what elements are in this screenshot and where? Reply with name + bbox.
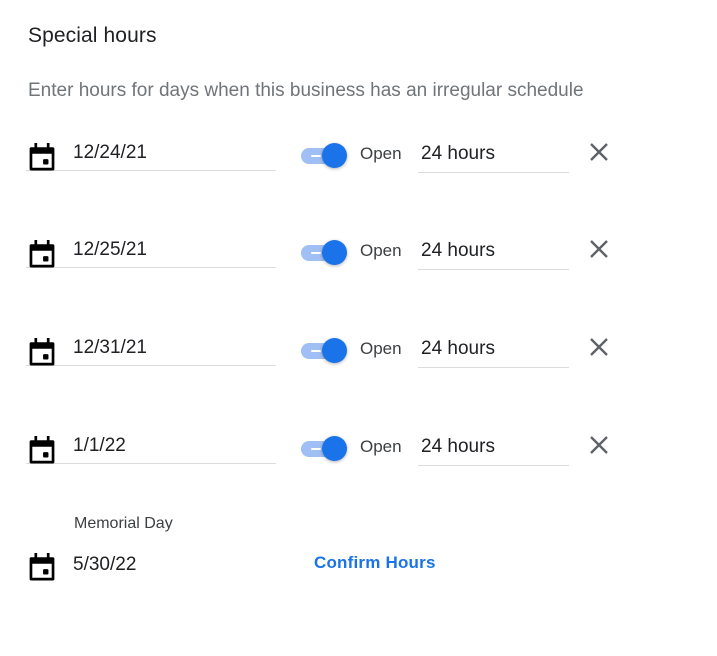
date-input[interactable]	[26, 331, 276, 366]
date-value: 1/1/22	[73, 435, 126, 456]
date-value: 12/24/21	[73, 142, 147, 163]
open-label: Open	[360, 241, 402, 260]
special-hours-panel: Special hours Enter hours for days when …	[0, 0, 717, 656]
page-title: Special hours	[28, 24, 157, 47]
page-subtitle: Enter hours for days when this business …	[28, 80, 584, 101]
suggested-date: 5/30/22	[73, 554, 137, 575]
toggle-on-indicator	[311, 155, 321, 157]
date-input[interactable]	[26, 429, 276, 464]
special-hours-row: 12/31/21 Open 24 hours	[0, 331, 717, 381]
hours-value: 24 hours	[421, 436, 495, 457]
date-value: 12/25/21	[73, 239, 147, 260]
calendar-icon[interactable]	[29, 240, 55, 268]
open-toggle[interactable]	[300, 337, 350, 363]
toggle-on-indicator	[311, 350, 321, 352]
toggle-knob	[322, 338, 347, 363]
special-hours-row: 1/1/22 Open 24 hours	[0, 429, 717, 479]
date-input[interactable]	[26, 233, 276, 268]
open-toggle[interactable]	[300, 435, 350, 461]
open-label: Open	[360, 144, 402, 163]
calendar-icon[interactable]	[29, 436, 55, 464]
close-icon[interactable]	[587, 433, 611, 457]
calendar-icon[interactable]	[29, 338, 55, 366]
special-hours-row: 12/24/21 Open 24 hours	[0, 136, 717, 186]
open-toggle[interactable]	[300, 142, 350, 168]
confirm-hours-button[interactable]: Confirm Hours	[314, 553, 436, 573]
close-icon[interactable]	[587, 335, 611, 359]
close-icon[interactable]	[587, 237, 611, 261]
calendar-icon	[29, 553, 55, 581]
toggle-knob	[322, 240, 347, 265]
hours-value: 24 hours	[421, 143, 495, 164]
hours-value: 24 hours	[421, 240, 495, 261]
date-value: 12/31/21	[73, 337, 147, 358]
holiday-name: Memorial Day	[74, 515, 173, 532]
toggle-knob	[322, 436, 347, 461]
toggle-knob	[322, 143, 347, 168]
open-toggle[interactable]	[300, 239, 350, 265]
hours-value: 24 hours	[421, 338, 495, 359]
calendar-icon[interactable]	[29, 143, 55, 171]
open-label: Open	[360, 437, 402, 456]
toggle-on-indicator	[311, 448, 321, 450]
close-icon[interactable]	[587, 140, 611, 164]
special-hours-row: 12/25/21 Open 24 hours	[0, 233, 717, 283]
date-input[interactable]	[26, 136, 276, 171]
open-label: Open	[360, 339, 402, 358]
toggle-on-indicator	[311, 252, 321, 254]
